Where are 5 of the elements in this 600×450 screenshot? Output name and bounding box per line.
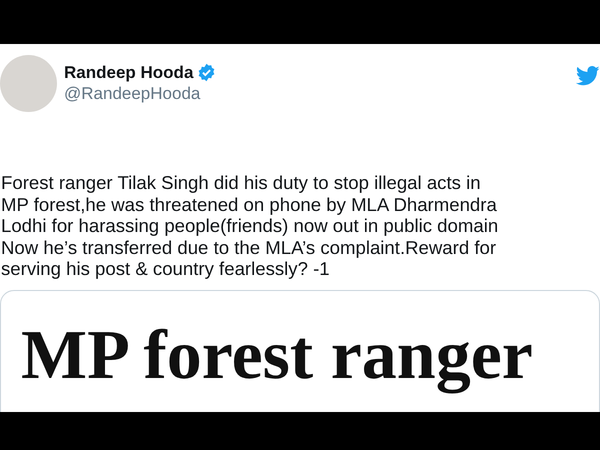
author-handle[interactable]: @RandeepHooda	[64, 84, 576, 104]
author-name[interactable]: Randeep Hooda	[64, 62, 194, 82]
newspaper-headline: MP forest ranger	[20, 320, 534, 391]
tweet-text: Forest ranger Tilak Singh did his duty to stop illegal acts in MP forest,he was threatened on phone by MLA Dharmendra Lodhi for harassing people(friends) now out in public domain Now he’s transferred due to the MLA’s complaint.Reward for serving his post & country fearlessly? -1	[1, 172, 500, 280]
bird-logo-icon	[576, 66, 600, 86]
